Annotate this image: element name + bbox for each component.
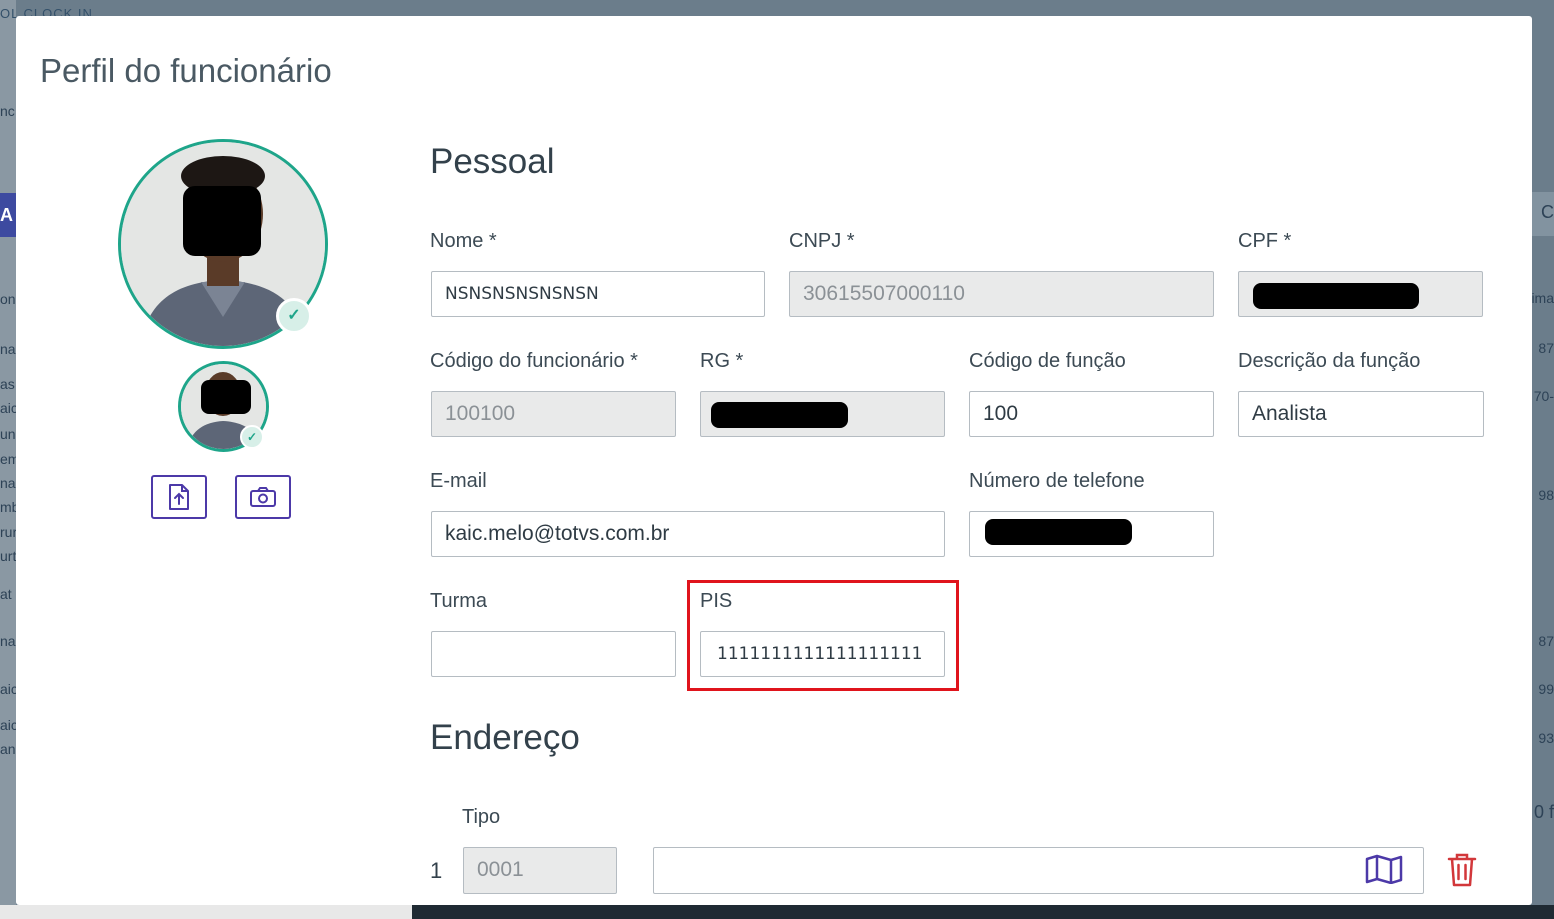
cpf-label: CPF * [1238,230,1292,252]
background-text: 70- [1533,388,1554,404]
descricao-funcao-input[interactable]: Analista [1238,391,1484,437]
email-label: E-mail [430,470,487,492]
turma-label: Turma [430,590,488,612]
codigo-funcao-label: Código de função [969,350,1126,372]
rg-label: RG * [700,350,744,372]
codigo-funcionario-label: Código do funcionário * [430,350,638,372]
trash-icon [1447,853,1477,887]
cpf-redaction [1253,283,1419,309]
background-text: C [1541,202,1554,222]
nome-input[interactable]: NSNSNSNSNSNSN [431,271,765,317]
taskbar [0,905,1554,919]
background-text: na [0,341,16,357]
turma-input[interactable] [431,631,676,677]
background-text: 0 f [1533,802,1554,822]
codigo-funcao-input[interactable]: 100 [969,391,1214,437]
background-text: urt [0,548,17,564]
telefone-label: Número de telefone [969,470,1145,492]
section-title-address: Endereço [430,718,580,757]
photo-verified-check-icon: ✓ [276,298,312,334]
address-input[interactable] [653,847,1424,894]
cnpj-input: 30615507000110 [789,271,1214,317]
telefone-redaction [985,519,1132,545]
thumbnail-verified-check-icon: ✓ [240,425,264,449]
map-icon [1365,854,1403,885]
background-text: un [0,426,16,442]
open-map-button[interactable] [1365,854,1403,889]
background-text: as [0,376,15,392]
address-tipo-input: 0001 [463,847,617,894]
email-input[interactable]: kaic.melo@totvs.com.br [431,511,945,557]
file-upload-icon [169,484,189,510]
cnpj-label: CNPJ * [789,230,855,252]
section-title-personal: Pessoal [430,142,555,181]
descricao-funcao-label: Descrição da função [1238,350,1421,372]
employee-profile-modal: Perfil do funcionário ✓ ✓ Pessoal Nome *… [16,16,1532,905]
taskbar-window [0,905,412,919]
background-text: nc [0,103,15,119]
background-text: at [0,586,12,602]
delete-address-button[interactable] [1446,852,1478,893]
rg-redaction [711,402,848,428]
background-text: an [0,741,16,757]
background-text: 87 [1538,633,1554,649]
background-text: na [0,475,16,491]
background-text: 98 [1538,487,1554,503]
camera-icon [250,487,276,507]
background-text: ima [1531,290,1554,306]
background-text: 87 [1538,340,1554,356]
background-text: on [0,291,16,307]
take-photo-button[interactable] [235,475,291,519]
background-text: 99 [1538,681,1554,697]
codigo-funcionario-input: 100100 [431,391,676,437]
background-text: rur [0,524,18,540]
pis-highlight-box [687,580,959,691]
modal-title: Perfil do funcionário [40,52,332,89]
address-row-index: 1 [430,858,443,883]
nome-label: Nome * [430,230,497,252]
background-text: na [0,633,16,649]
tipo-label: Tipo [462,806,501,828]
background-text: 93 [1538,730,1554,746]
background-chip: A [0,193,16,237]
upload-photo-button[interactable] [151,475,207,519]
